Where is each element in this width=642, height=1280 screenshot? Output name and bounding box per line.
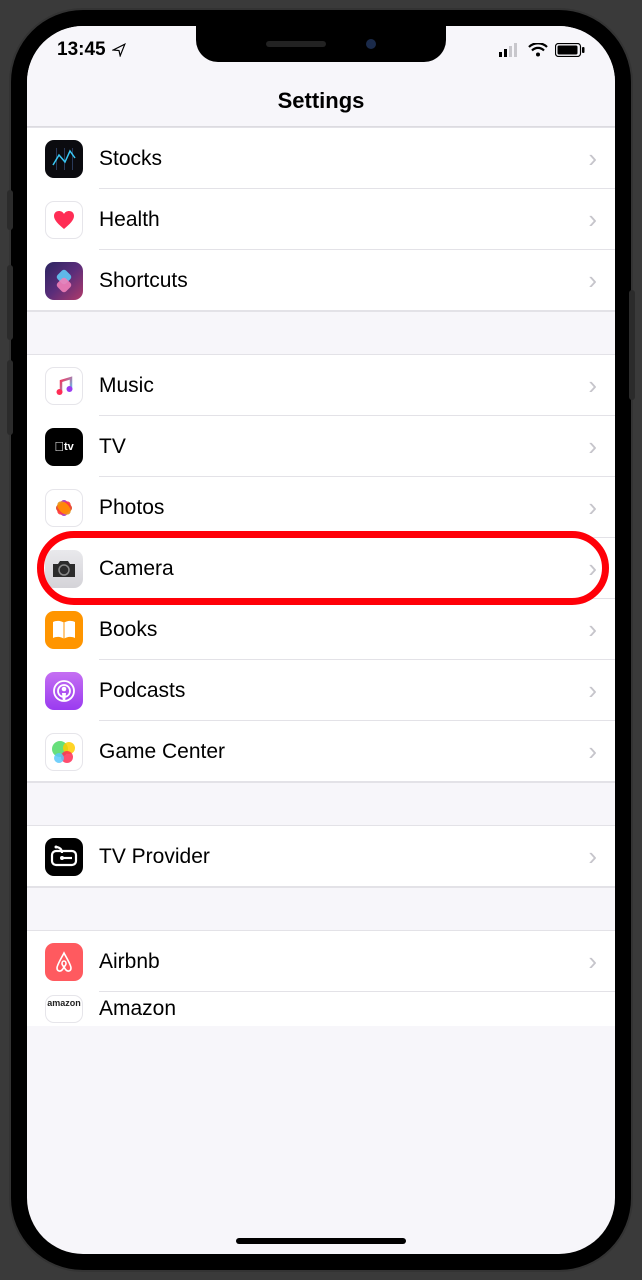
chevron-right-icon: › [588, 265, 597, 296]
health-icon [45, 201, 83, 239]
camera-icon [45, 550, 83, 588]
tvprovider-icon [45, 838, 83, 876]
row-label: Game Center [99, 740, 588, 764]
settings-group-3: TV Provider › [27, 826, 615, 887]
chevron-right-icon: › [588, 553, 597, 584]
row-label: Shortcuts [99, 269, 588, 293]
row-amazon[interactable]: amazon Amazon [27, 992, 615, 1026]
row-podcasts[interactable]: Podcasts › [27, 660, 615, 721]
row-label: Stocks [99, 147, 588, 171]
page-title: Settings [27, 88, 615, 114]
row-label: Amazon [99, 997, 597, 1021]
row-tv[interactable]: tv TV › [27, 416, 615, 477]
group-separator [27, 782, 615, 826]
chevron-right-icon: › [588, 143, 597, 174]
stocks-icon [45, 140, 83, 178]
battery-icon [555, 43, 585, 57]
settings-group-4: Airbnb › amazon Amazon [27, 931, 615, 1026]
row-label: Music [99, 374, 588, 398]
volume-down-button [7, 360, 13, 435]
silence-switch [7, 190, 13, 230]
front-camera [366, 39, 376, 49]
chevron-right-icon: › [588, 841, 597, 872]
books-icon [45, 611, 83, 649]
chevron-right-icon: › [588, 204, 597, 235]
airbnb-icon [45, 943, 83, 981]
group-separator [27, 311, 615, 355]
gamecenter-icon [45, 733, 83, 771]
row-music[interactable]: Music › [27, 355, 615, 416]
settings-group-2: Music › tv TV › [27, 355, 615, 782]
row-stocks[interactable]: Stocks › [27, 128, 615, 189]
row-label: Podcasts [99, 679, 588, 703]
wifi-icon [528, 43, 548, 57]
row-photos[interactable]: Photos › [27, 477, 615, 538]
row-label: Books [99, 618, 588, 642]
chevron-right-icon: › [588, 492, 597, 523]
row-camera[interactable]: Camera › [27, 538, 615, 599]
row-tv-provider[interactable]: TV Provider › [27, 826, 615, 887]
row-airbnb[interactable]: Airbnb › [27, 931, 615, 992]
chevron-right-icon: › [588, 370, 597, 401]
home-indicator[interactable] [236, 1238, 406, 1244]
chevron-right-icon: › [588, 675, 597, 706]
row-books[interactable]: Books › [27, 599, 615, 660]
row-health[interactable]: Health › [27, 189, 615, 250]
row-label: Photos [99, 496, 588, 520]
cell-signal-icon [499, 43, 521, 57]
music-icon [45, 367, 83, 405]
earpiece [266, 41, 326, 47]
amazon-logo-text: amazon [47, 998, 81, 1008]
row-label: TV [99, 435, 588, 459]
device-frame: 13:45 [11, 10, 631, 1270]
podcasts-icon [45, 672, 83, 710]
row-label: TV Provider [99, 845, 588, 869]
row-game-center[interactable]: Game Center › [27, 721, 615, 782]
location-arrow-icon [112, 43, 126, 57]
notch [196, 26, 446, 62]
chevron-right-icon: › [588, 431, 597, 462]
status-time: 13:45 [57, 39, 106, 61]
chevron-right-icon: › [588, 736, 597, 767]
photos-icon [45, 489, 83, 527]
screen: 13:45 [27, 26, 615, 1254]
row-shortcuts[interactable]: Shortcuts › [27, 250, 615, 311]
amazon-icon: amazon [45, 995, 83, 1023]
group-separator [27, 887, 615, 931]
shortcuts-icon [45, 262, 83, 300]
volume-up-button [7, 265, 13, 340]
apple-tv-label: tv [64, 441, 74, 453]
row-label: Airbnb [99, 950, 588, 974]
power-button [629, 290, 635, 400]
row-label: Camera [99, 557, 588, 581]
settings-group-1: Stocks › Health › Shortcuts › [27, 127, 615, 311]
chevron-right-icon: › [588, 946, 597, 977]
row-label: Health [99, 208, 588, 232]
chevron-right-icon: › [588, 614, 597, 645]
tv-icon: tv [45, 428, 83, 466]
